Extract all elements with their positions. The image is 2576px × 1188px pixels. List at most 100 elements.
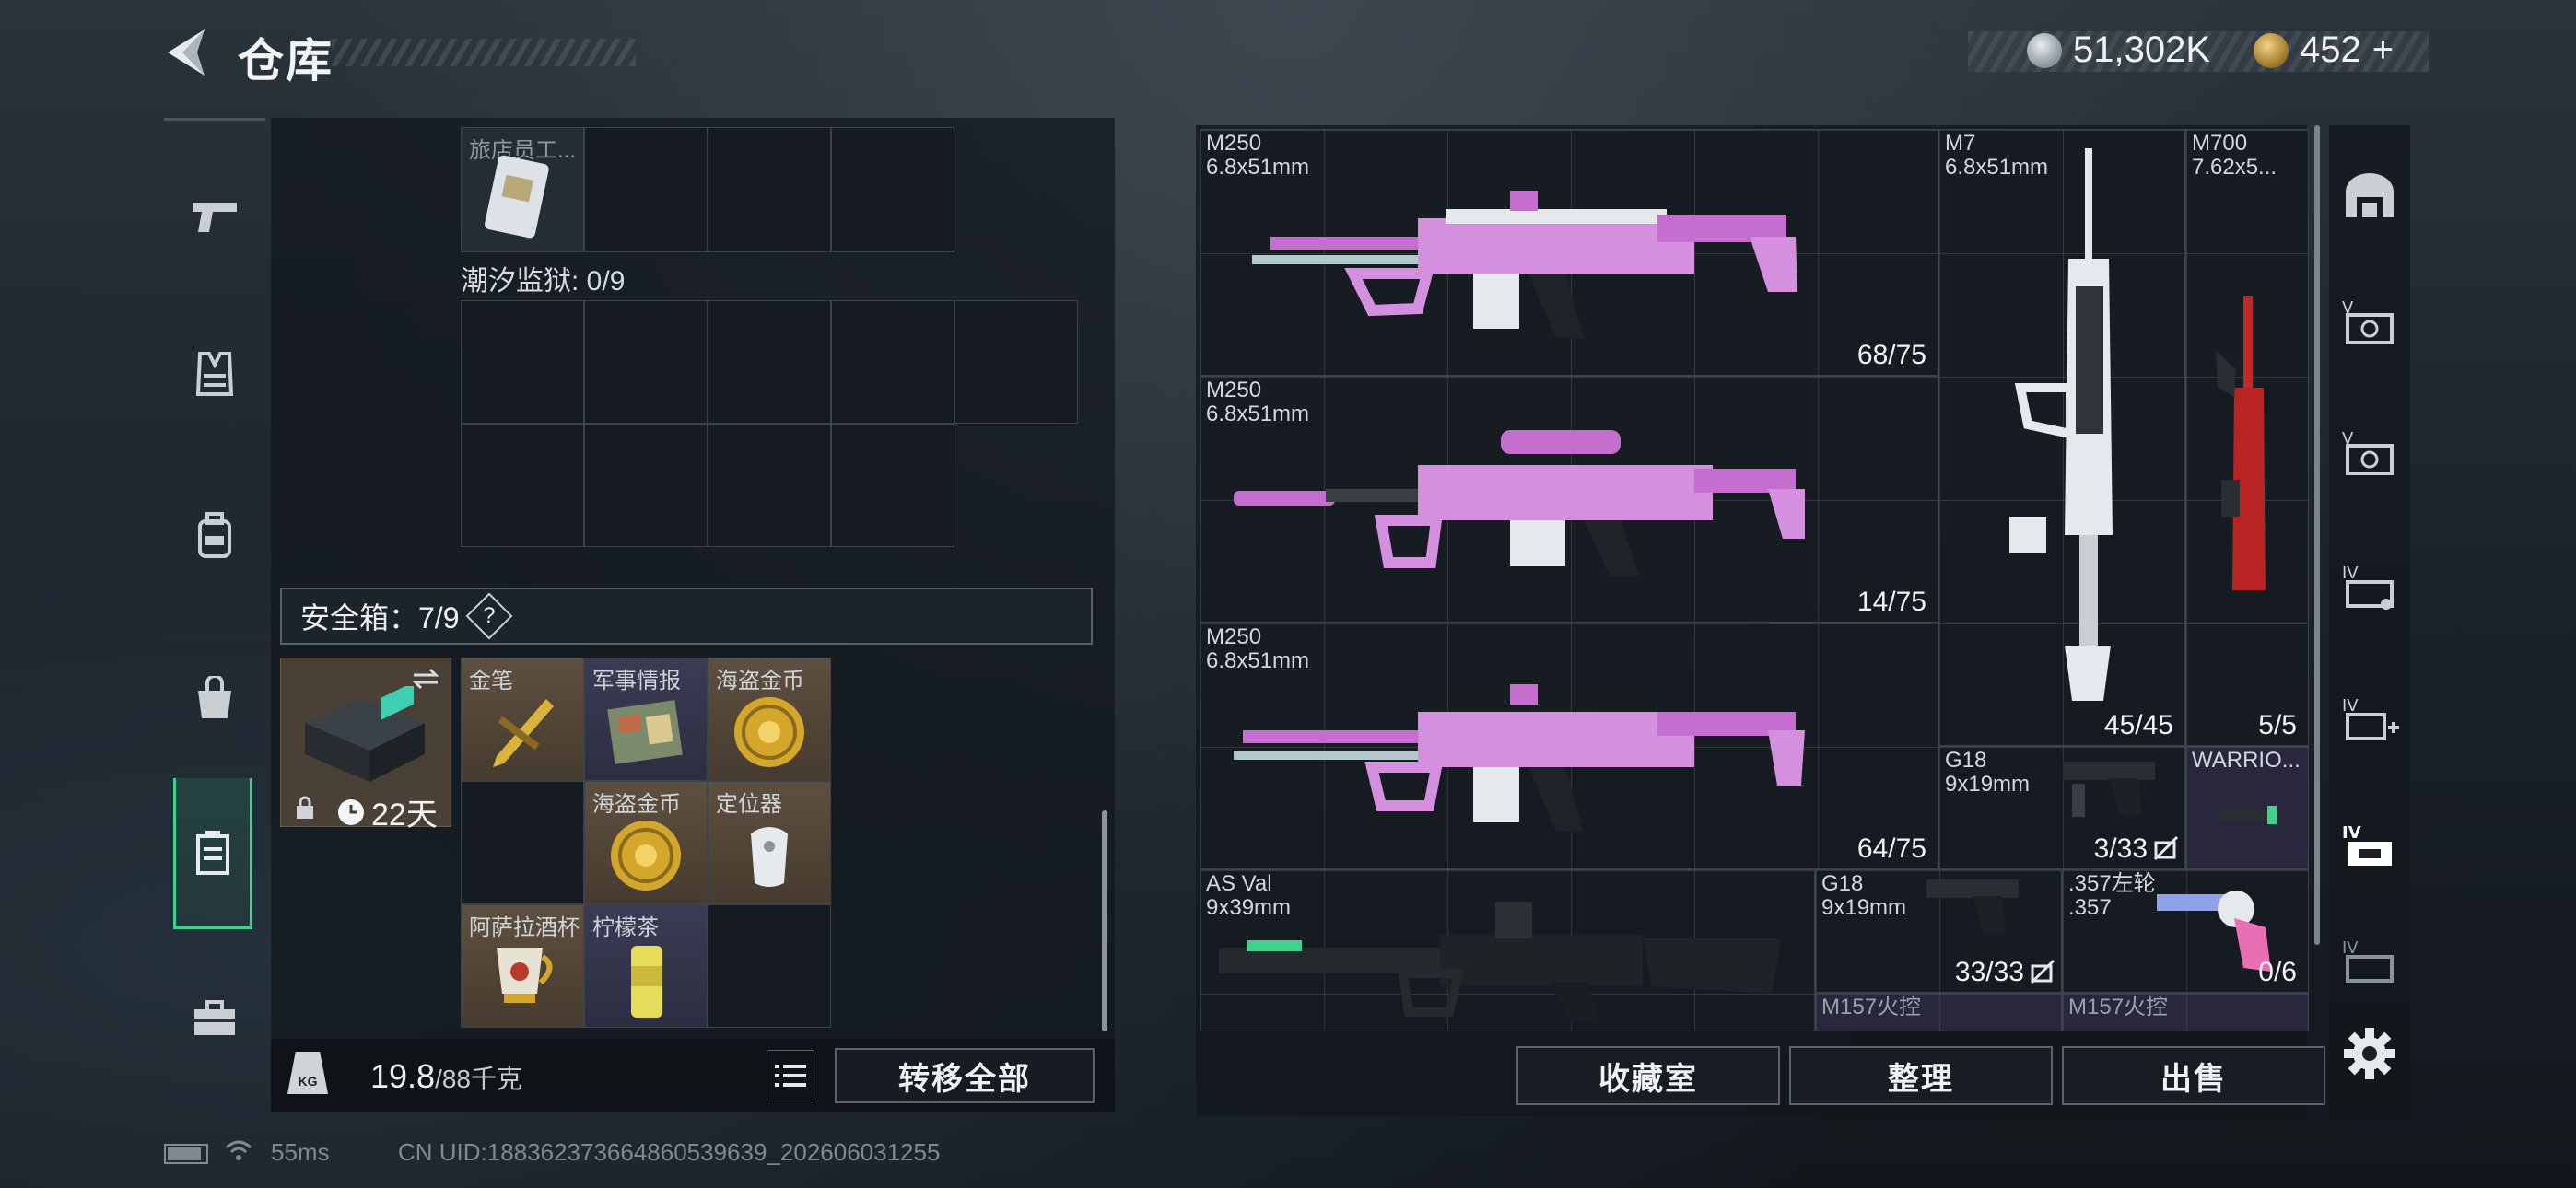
ammo-count: 45/45: [2103, 710, 2173, 740]
storage-tab-v2[interactable]: V: [2336, 420, 2403, 486]
attachment-slot[interactable]: M157火控: [1815, 993, 2062, 1031]
safebox-item[interactable]: 军事情报: [584, 658, 708, 781]
weapon-slot[interactable]: G18 9x19mm 33/33: [1815, 869, 2062, 993]
safebox-item[interactable]: 海盗金币: [584, 781, 708, 904]
safebox-item[interactable]: 海盗金币: [708, 658, 831, 781]
back-button[interactable]: [164, 28, 208, 77]
rail-bag[interactable]: [164, 647, 265, 749]
empty-slot[interactable]: [831, 127, 954, 252]
empty-slot[interactable]: [708, 904, 831, 1028]
attachment-slot[interactable]: M157火控: [2062, 993, 2309, 1031]
add-currency-button[interactable]: +: [2372, 29, 2394, 71]
item-label: 阿萨拉酒杯: [469, 915, 580, 940]
weapon-slot[interactable]: .357左轮 .357 0/6: [2062, 869, 2309, 993]
weapon-caliber: 9x19mm: [1945, 772, 2031, 797]
empty-slot[interactable]: [584, 127, 708, 252]
item-label: 金笔: [469, 669, 513, 693]
weapon-slot[interactable]: M7 6.8x51mm 45/45: [1938, 129, 2185, 746]
empty-slot[interactable]: [584, 424, 708, 547]
gold-value: 452: [2300, 29, 2361, 70]
battery-icon: [164, 1144, 208, 1164]
weapon-slot[interactable]: M250 6.8x51mm 64/75: [1200, 623, 1938, 869]
weapon-slot[interactable]: M700 7.62x5... 5/5: [2185, 129, 2309, 746]
m250-rifle-icon: [1234, 684, 1805, 832]
category-rail: [164, 118, 265, 1048]
prison-container-label: 潮汐监狱: 0/9: [461, 266, 626, 297]
empty-slot[interactable]: [954, 300, 1078, 424]
weapon-slot[interactable]: AS Val 9x39mm: [1200, 869, 1815, 1031]
safebox-card[interactable]: 22天: [280, 658, 451, 833]
hotel-staff-item[interactable]: 旅店员工...: [461, 127, 584, 252]
storage-tab-iv1[interactable]: IV: [2336, 554, 2403, 621]
weapon-slot[interactable]: M250 6.8x51mm 14/75: [1200, 376, 1938, 623]
attachment-slot[interactable]: WARRIO...: [2185, 746, 2309, 869]
ammo-count: 64/75: [1856, 833, 1926, 864]
toolbox-icon: [194, 1000, 235, 1035]
transfer-all-button[interactable]: 转移全部: [835, 1048, 1095, 1103]
storage-tab-home[interactable]: [2336, 164, 2403, 230]
weapon-slot[interactable]: M250 6.8x51mm 68/75: [1200, 129, 1938, 376]
rail-safebox[interactable]: [173, 778, 252, 929]
sell-button[interactable]: 出售: [2062, 1046, 2325, 1105]
empty-slot[interactable]: [708, 424, 831, 547]
collection-room-button[interactable]: 收藏室: [1516, 1046, 1780, 1105]
gold-coin-icon: [2254, 32, 2289, 68]
safebox-item[interactable]: 金笔: [461, 658, 584, 781]
organize-button[interactable]: 整理: [1789, 1046, 2053, 1105]
safebox-header: 安全箱：7/9 ?: [280, 588, 1093, 645]
list-icon: [775, 1065, 806, 1087]
user-uid: CN UID:18836237366486053963­9_2026060312…: [398, 1138, 941, 1166]
empty-slot[interactable]: [461, 781, 584, 904]
storage-tab-v1[interactable]: V: [2336, 289, 2403, 355]
storage-tab-iv-selected[interactable]: IV: [2336, 814, 2403, 880]
no-ammo-icon: [2030, 959, 2055, 984]
weapon-scrollbar[interactable]: [2314, 125, 2320, 945]
backpack-icon: [198, 512, 231, 558]
list-view-button[interactable]: [767, 1050, 814, 1101]
item-label: 海盗金币: [716, 669, 804, 693]
gold-pen-icon: [493, 699, 554, 767]
back-arrow-icon: [168, 29, 205, 76]
m700-rifle-icon: [2216, 296, 2266, 590]
safebox-capacity: 安全箱：7/9: [300, 601, 460, 635]
empty-slot[interactable]: [461, 300, 584, 424]
weapon-caliber: 7.62x5...: [2192, 155, 2277, 180]
v-case-icon: V: [2342, 298, 2394, 344]
rail-armor[interactable]: [164, 323, 265, 425]
empty-slot[interactable]: [708, 300, 831, 424]
safebox-case-icon: [305, 686, 425, 782]
safebox-item[interactable]: 定位器: [708, 781, 831, 904]
safebox-item[interactable]: 柠檬茶: [584, 904, 708, 1028]
bag-icon: [198, 676, 231, 718]
item-label: 柠檬茶: [592, 915, 659, 940]
silver-currency[interactable]: 51,302K: [2027, 29, 2210, 71]
rail-toolbox[interactable]: [164, 968, 265, 1069]
rail-weapons[interactable]: [164, 165, 265, 266]
ammo-count: 5/5: [2258, 710, 2297, 740]
settings-button[interactable]: [2340, 1024, 2399, 1083]
g18-pistol-icon: [1926, 879, 2019, 933]
empty-slot[interactable]: [461, 424, 584, 547]
gear-icon: [2344, 1028, 2395, 1079]
empty-slot[interactable]: [584, 300, 708, 424]
inventory-scrollbar[interactable]: [1102, 810, 1107, 1031]
weapon-name: M157火控: [2068, 995, 2169, 1019]
storage-tab-iv-add[interactable]: IV: [2336, 687, 2403, 753]
storage-tab-iv2[interactable]: IV: [2336, 939, 2403, 985]
title-stripe: [332, 39, 636, 66]
empty-slot[interactable]: [831, 300, 954, 424]
safebox-item[interactable]: 阿萨拉酒杯: [461, 904, 584, 1028]
weight-readout: 19.8/88千克: [370, 1057, 522, 1096]
gold-currency[interactable]: 452 +: [2254, 29, 2394, 71]
lock-icon: [297, 796, 313, 819]
home-icon: [2346, 173, 2394, 217]
empty-slot[interactable]: [831, 424, 954, 547]
pirate-coin-icon: [611, 821, 681, 891]
rail-backpack[interactable]: [164, 485, 265, 587]
ammo-count: 14/75: [1856, 587, 1926, 617]
weapon-slot[interactable]: G18 9x19mm 3/33: [1938, 746, 2185, 869]
empty-slot[interactable]: [708, 127, 831, 252]
v-case-icon: V: [2342, 429, 2394, 475]
item-label: 海盗金币: [592, 792, 681, 817]
help-button[interactable]: ?: [465, 592, 512, 640]
